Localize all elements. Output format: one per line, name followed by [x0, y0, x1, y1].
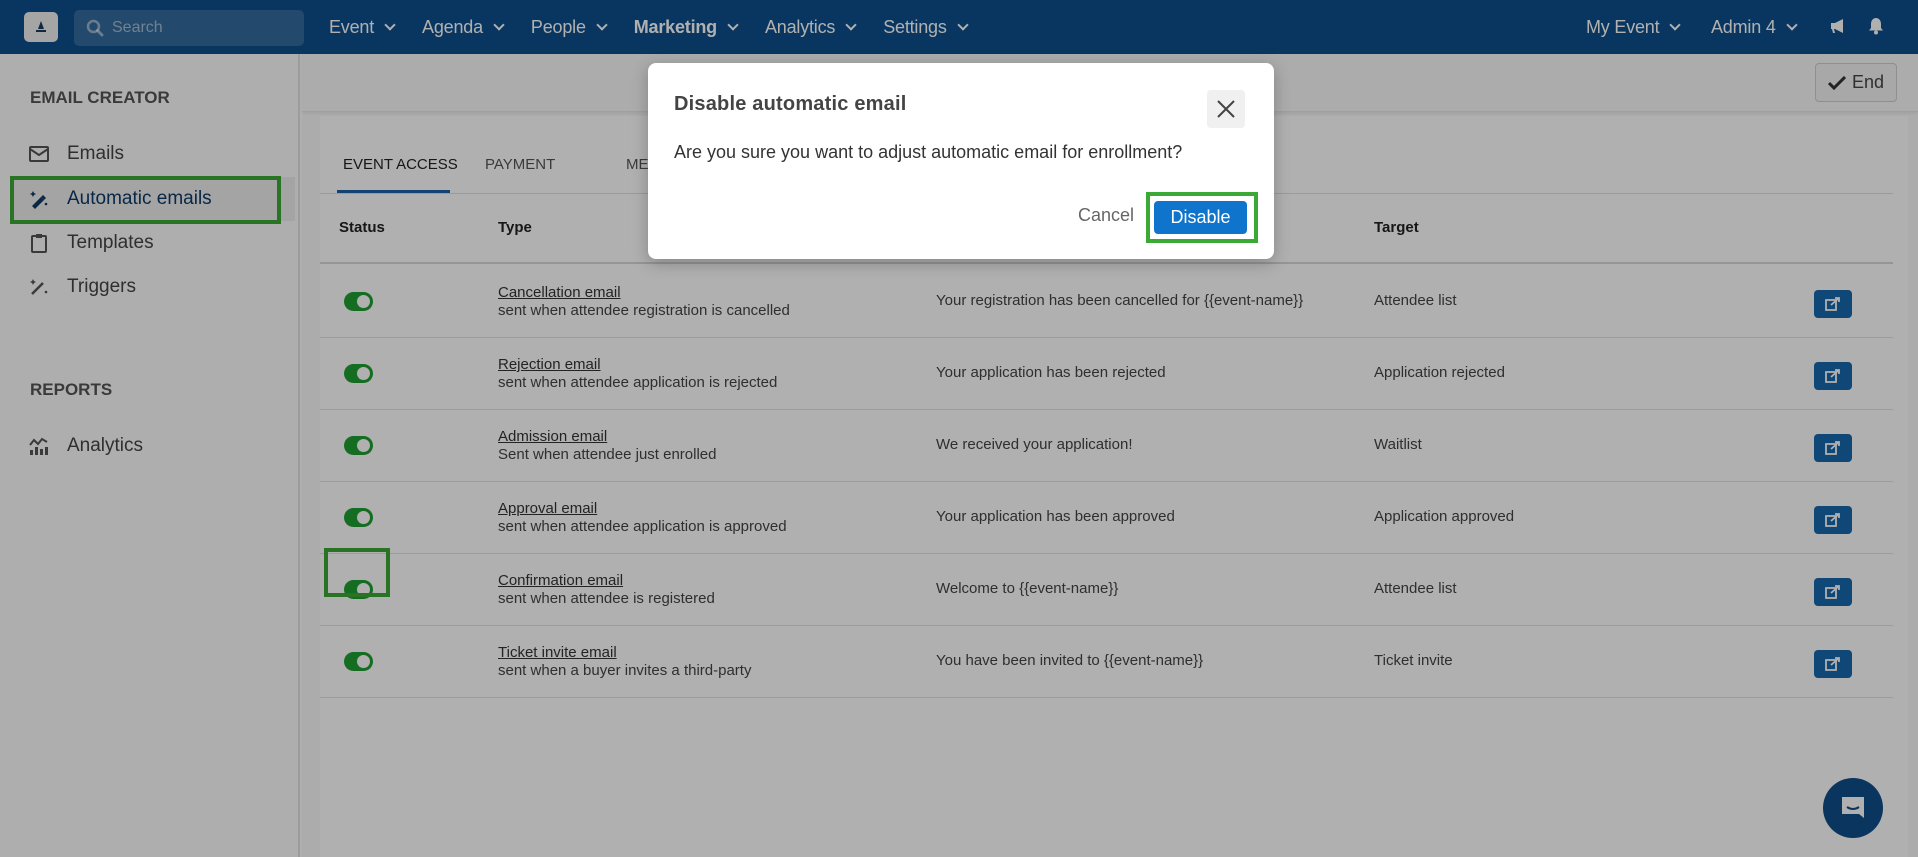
- cancel-button[interactable]: Cancel: [1078, 205, 1134, 226]
- close-icon: [1217, 100, 1235, 118]
- dialog-message: Are you sure you want to adjust automati…: [674, 142, 1183, 162]
- disable-button[interactable]: Disable: [1154, 201, 1247, 234]
- dialog-title: Disable automatic email: [674, 93, 907, 115]
- disable-email-dialog: Disable automatic email Are you sure you…: [648, 63, 1274, 259]
- close-button[interactable]: [1207, 90, 1245, 128]
